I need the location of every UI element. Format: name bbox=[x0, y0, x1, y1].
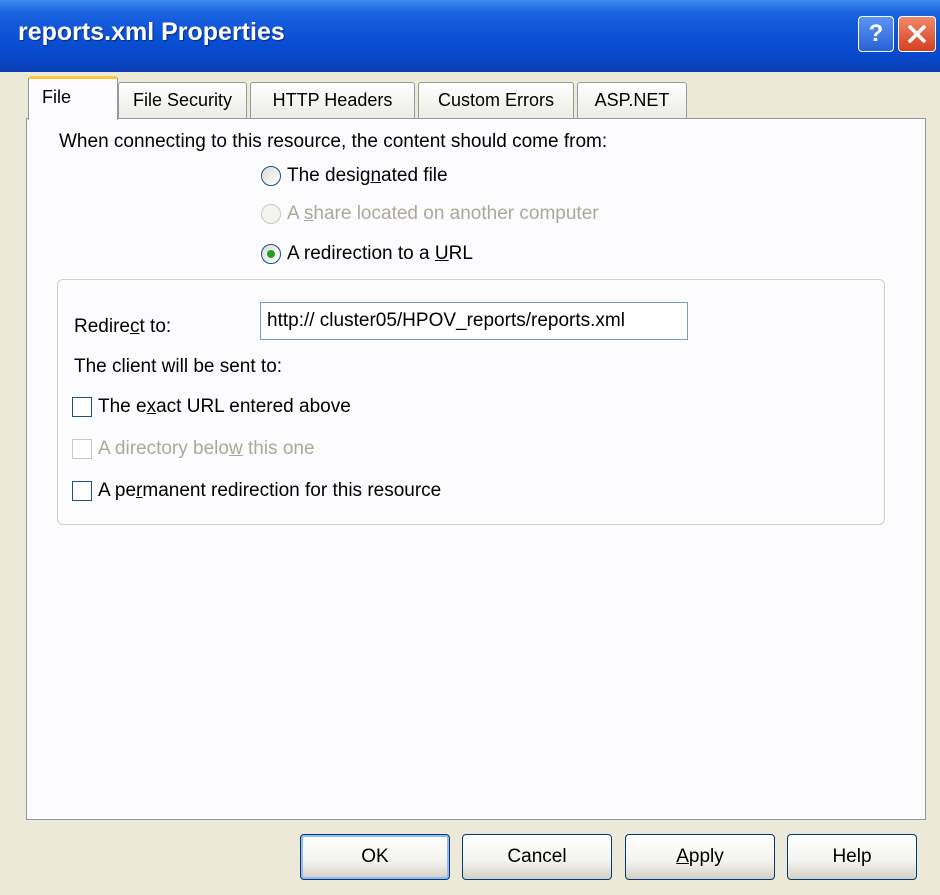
radio-designated-file[interactable]: The designated file bbox=[261, 165, 448, 187]
tab-label: File bbox=[42, 87, 72, 107]
tab-asp-net[interactable]: ASP.NET bbox=[577, 82, 687, 118]
client-sent-to-label: The client will be sent to: bbox=[74, 356, 283, 377]
tab-http-headers[interactable]: HTTP Headers bbox=[250, 82, 415, 118]
redirect-url-input[interactable] bbox=[260, 302, 688, 340]
tab-file[interactable]: File bbox=[28, 76, 118, 120]
checkbox-permanent-redirection[interactable]: A permanent redirection for this resourc… bbox=[72, 480, 441, 502]
radio-redirection-url[interactable]: A redirection to a URL bbox=[261, 243, 473, 265]
tab-label: HTTP Headers bbox=[272, 90, 393, 110]
ok-button-label: OK bbox=[361, 846, 389, 867]
content-source-label: When connecting to this resource, the co… bbox=[59, 131, 608, 152]
help-icon: ? bbox=[868, 20, 884, 47]
redirect-group-box: Redirect to: The client will be sent to:… bbox=[57, 279, 885, 525]
radio-button[interactable] bbox=[261, 166, 281, 186]
radio-share-another-computer: A share located on another computer bbox=[261, 203, 599, 225]
tab-label: ASP.NET bbox=[594, 90, 670, 110]
close-icon bbox=[908, 25, 926, 43]
tab-label: File Security bbox=[132, 90, 233, 110]
help-button-label: Help bbox=[832, 846, 872, 867]
radio-label: A redirection to a URL bbox=[287, 243, 473, 264]
tab-custom-errors[interactable]: Custom Errors bbox=[418, 82, 574, 118]
tab-label: Custom Errors bbox=[437, 90, 554, 110]
redirect-to-label: Redirect to: bbox=[74, 316, 172, 337]
checkbox-label: The exact URL entered above bbox=[98, 396, 351, 417]
checkbox-label: A permanent redirection for this resourc… bbox=[98, 480, 442, 501]
title-bar[interactable]: reports.xml Properties ? bbox=[0, 0, 940, 72]
properties-dialog: reports.xml Properties ? File File Secur… bbox=[0, 0, 940, 895]
ok-button[interactable]: OK bbox=[300, 834, 450, 880]
tab-strip: File File Security HTTP Headers Custom E… bbox=[0, 74, 940, 120]
tab-file-security[interactable]: File Security bbox=[118, 82, 247, 118]
radio-label: The designated file bbox=[287, 165, 448, 186]
radio-button bbox=[261, 204, 281, 224]
apply-button-label: Apply bbox=[676, 846, 724, 867]
radio-label: A share located on another computer bbox=[287, 203, 599, 224]
help-button[interactable]: Help bbox=[787, 834, 917, 880]
file-tab-panel: When connecting to this resource, the co… bbox=[26, 118, 926, 820]
checkbox-directory-below: A directory below this one bbox=[72, 438, 315, 460]
cancel-button-label: Cancel bbox=[507, 846, 567, 867]
checkbox-label: A directory below this one bbox=[98, 438, 315, 459]
checkbox[interactable] bbox=[72, 397, 92, 417]
checkbox-exact-url[interactable]: The exact URL entered above bbox=[72, 396, 351, 418]
checkbox[interactable] bbox=[72, 481, 92, 501]
radio-selected-dot bbox=[267, 250, 275, 258]
checkbox bbox=[72, 439, 92, 459]
close-button[interactable] bbox=[898, 16, 936, 52]
radio-button-selected[interactable] bbox=[261, 244, 281, 264]
cancel-button[interactable]: Cancel bbox=[462, 834, 612, 880]
window-title: reports.xml Properties bbox=[18, 18, 285, 46]
help-caption-button[interactable]: ? bbox=[858, 16, 894, 52]
apply-button[interactable]: Apply bbox=[625, 834, 775, 880]
